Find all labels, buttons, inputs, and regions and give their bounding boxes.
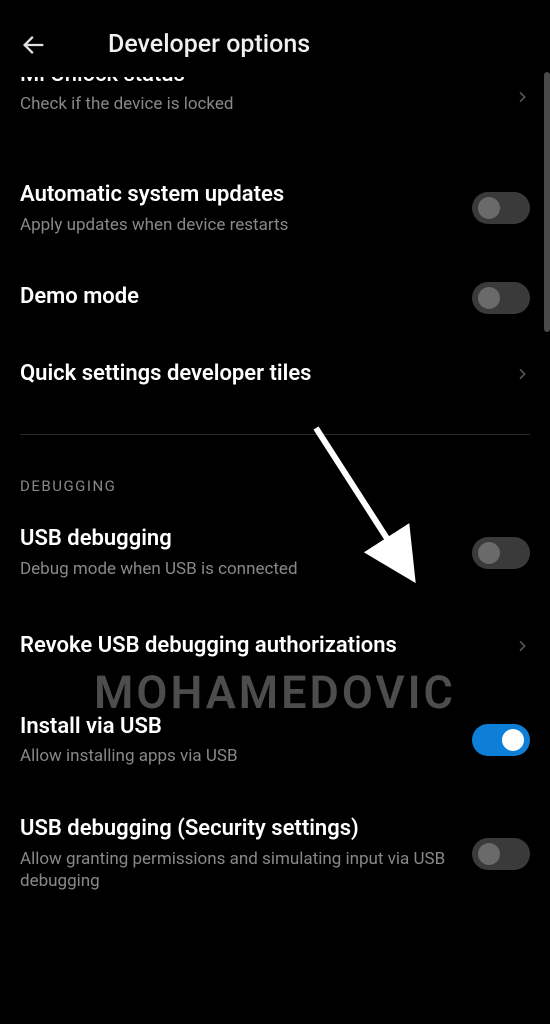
setting-subtitle: Check if the device is locked — [20, 93, 498, 115]
toggle-usb-debugging[interactable] — [472, 537, 530, 569]
toggle-auto-updates[interactable] — [472, 192, 530, 224]
setting-title: Install via USB — [20, 713, 456, 742]
toggle-knob — [478, 287, 500, 309]
setting-title: USB debugging — [20, 525, 456, 554]
setting-usb-security[interactable]: USB debugging (Security settings) Allow … — [20, 797, 530, 910]
setting-auto-updates[interactable]: Automatic system updates Apply updates w… — [20, 163, 530, 254]
section-header-debugging: DEBUGGING — [20, 447, 530, 507]
setting-title: Mi Unlock status — [20, 77, 498, 89]
setting-revoke-auth[interactable]: Revoke USB debugging authorizations — [20, 614, 530, 679]
setting-text: Mi Unlock status Check if the device is … — [20, 79, 498, 115]
toggle-knob — [478, 843, 500, 865]
setting-text: Automatic system updates Apply updates w… — [20, 181, 456, 236]
setting-text: USB debugging (Security settings) Allow … — [20, 815, 456, 892]
toggle-usb-security[interactable] — [472, 838, 530, 870]
toggle-demo-mode[interactable] — [472, 282, 530, 314]
toggle-knob — [478, 542, 500, 564]
setting-text: Demo mode — [20, 283, 456, 312]
setting-title: Automatic system updates — [20, 181, 456, 210]
back-button[interactable] — [20, 31, 48, 59]
setting-usb-debugging[interactable]: USB debugging Debug mode when USB is con… — [20, 507, 530, 598]
setting-demo-mode[interactable]: Demo mode — [20, 264, 530, 332]
setting-title: Revoke USB debugging authorizations — [20, 632, 498, 661]
page-title: Developer options — [108, 30, 310, 59]
setting-subtitle: Debug mode when USB is connected — [20, 558, 456, 580]
arrow-left-icon — [20, 31, 48, 59]
setting-title: Demo mode — [20, 283, 456, 312]
toggle-knob — [502, 729, 524, 751]
header: Developer options — [0, 0, 550, 79]
chevron-right-icon — [514, 366, 530, 382]
setting-text: Revoke USB debugging authorizations — [20, 632, 498, 661]
setting-unlock-status[interactable]: Mi Unlock status Check if the device is … — [20, 79, 530, 133]
divider — [20, 434, 530, 435]
setting-subtitle: Apply updates when device restarts — [20, 214, 456, 236]
scrollbar[interactable] — [544, 72, 550, 332]
setting-subtitle: Allow granting permissions and simulatin… — [20, 848, 456, 892]
setting-text: Quick settings developer tiles — [20, 360, 498, 389]
toggle-install-usb[interactable] — [472, 724, 530, 756]
setting-install-usb[interactable]: Install via USB Allow installing apps vi… — [20, 695, 530, 786]
setting-subtitle: Allow installing apps via USB — [20, 745, 456, 767]
settings-list: Mi Unlock status Check if the device is … — [0, 79, 550, 910]
setting-text: Install via USB Allow installing apps vi… — [20, 713, 456, 768]
setting-title: USB debugging (Security settings) — [20, 815, 456, 844]
setting-text: USB debugging Debug mode when USB is con… — [20, 525, 456, 580]
setting-quick-tiles[interactable]: Quick settings developer tiles — [20, 342, 530, 407]
toggle-knob — [478, 197, 500, 219]
chevron-right-icon — [514, 638, 530, 654]
setting-title: Quick settings developer tiles — [20, 360, 498, 389]
chevron-right-icon — [514, 89, 530, 105]
